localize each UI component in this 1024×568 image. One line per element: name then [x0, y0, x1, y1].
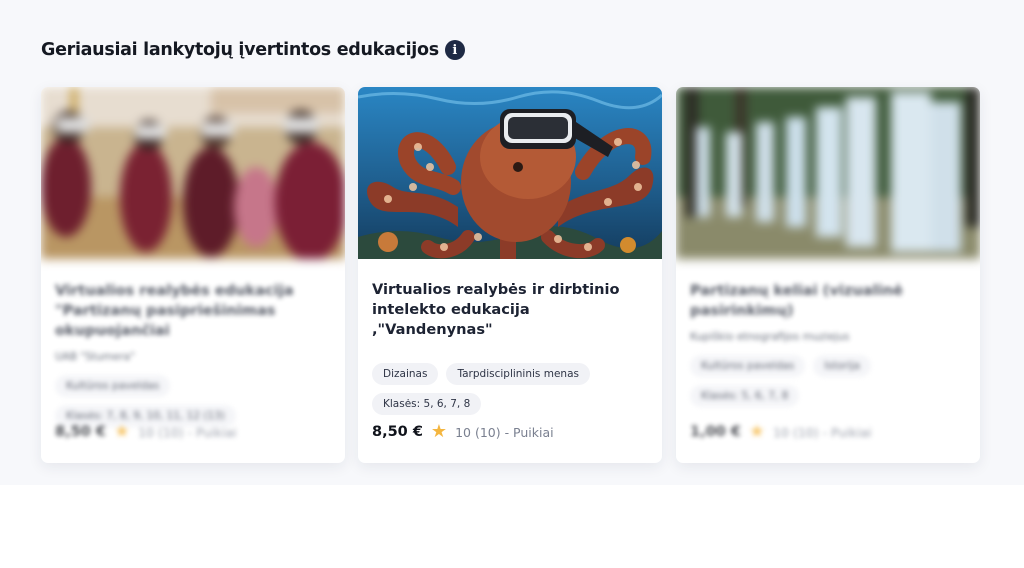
card-title[interactable]: Partizanų keliai (vizualinė pasirinkimų) — [690, 281, 966, 321]
card-body: Virtualios realybės edukacija "Partizanų… — [41, 259, 345, 463]
star-icon: ★ — [748, 421, 766, 442]
card-provider: UAB "Stumera" — [55, 351, 135, 363]
price-row: 8,50 € ★ 10 (10) - Puikiai — [372, 423, 554, 441]
star-icon: ★ — [430, 421, 448, 442]
card-tags: Kultūros paveldas Istorija Klasės: 5, 6,… — [690, 355, 966, 407]
section-header: Geriausiai lankytojų įvertintos edukacij… — [41, 37, 465, 63]
info-icon[interactable]: i — [444, 40, 465, 60]
price: 8,50 € — [55, 424, 106, 440]
card-body: Partizanų keliai (vizualinė pasirinkimų)… — [676, 259, 980, 463]
education-card-1[interactable]: Virtualios realybės edukacija "Partizanų… — [41, 87, 345, 463]
rating: 10 (10) - Puikiai — [455, 424, 554, 440]
price: 1,00 € — [690, 424, 741, 440]
tag[interactable]: Klasės: 5, 6, 7, 8 — [372, 393, 482, 415]
card-image — [676, 87, 980, 259]
rating: 10 (10) - Puikiai — [773, 424, 872, 440]
section-title: Geriausiai lankytojų įvertintos edukacij… — [41, 40, 439, 60]
rating: 10 (10) - Puikiai — [138, 424, 237, 440]
education-card-2[interactable]: Virtualios realybės ir dirbtinio intelek… — [358, 87, 662, 463]
card-provider: Kupiškio etnografijos muziejus — [690, 331, 850, 343]
card-title[interactable]: Virtualios realybės edukacija "Partizanų… — [55, 281, 331, 341]
education-card-3[interactable]: Partizanų keliai (vizualinė pasirinkimų)… — [676, 87, 980, 463]
card-image — [41, 87, 345, 259]
star-icon: ★ — [113, 421, 131, 442]
tag[interactable]: Dizainas — [372, 363, 439, 385]
price-row: 8,50 € ★ 10 (10) - Puikiai — [55, 423, 237, 441]
card-title[interactable]: Virtualios realybės ir dirbtinio intelek… — [372, 280, 648, 340]
tag[interactable]: Tarpdisciplininis menas — [446, 363, 590, 385]
card-body: Virtualios realybės ir dirbtinio intelek… — [358, 259, 662, 463]
card-image — [358, 87, 662, 259]
price-row: 1,00 € ★ 10 (10) - Puikiai — [690, 423, 872, 441]
tag[interactable]: Kultūros paveldas — [55, 375, 171, 397]
tag[interactable]: Kultūros paveldas — [690, 355, 806, 377]
tag[interactable]: Klasės: 5, 6, 7, 8 — [690, 385, 800, 407]
price: 8,50 € — [372, 424, 423, 440]
tag[interactable]: Istorija — [813, 355, 871, 377]
card-tags: Dizainas Tarpdisciplininis menas Klasės:… — [372, 363, 648, 415]
card-tags: Kultūros paveldas Klasės: 7, 8, 9, 10, 1… — [55, 375, 331, 427]
